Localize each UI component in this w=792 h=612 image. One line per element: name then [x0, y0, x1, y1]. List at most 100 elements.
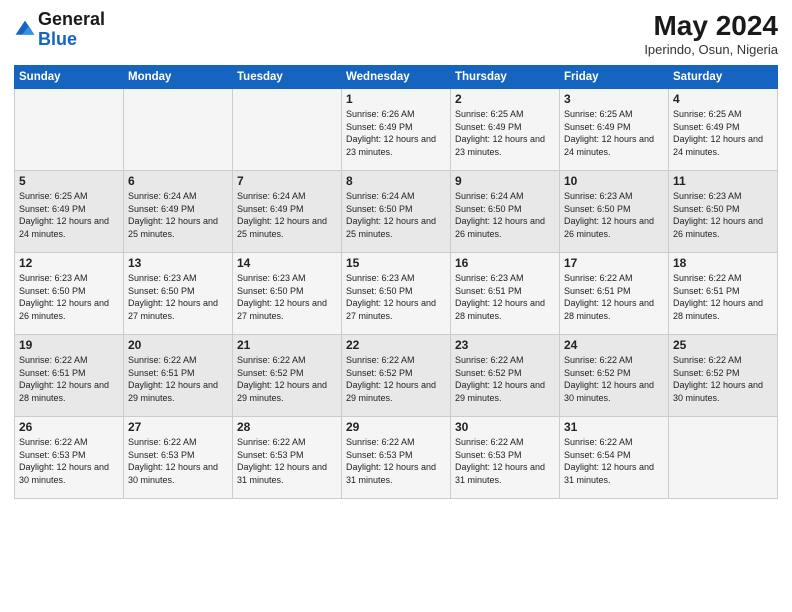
day-info: Sunrise: 6:23 AM Sunset: 6:50 PM Dayligh… — [564, 191, 654, 239]
logo-general: General — [38, 9, 105, 29]
day-info: Sunrise: 6:23 AM Sunset: 6:50 PM Dayligh… — [673, 191, 763, 239]
day-number: 1 — [346, 92, 446, 106]
day-info: Sunrise: 6:24 AM Sunset: 6:50 PM Dayligh… — [455, 191, 545, 239]
calendar-cell: 1 Sunrise: 6:26 AM Sunset: 6:49 PM Daylig… — [342, 89, 451, 171]
day-info: Sunrise: 6:24 AM Sunset: 6:50 PM Dayligh… — [346, 191, 436, 239]
day-number: 22 — [346, 338, 446, 352]
calendar-week-3: 12Sunrise: 6:23 AM Sunset: 6:50 PM Dayli… — [15, 253, 778, 335]
day-number: 9 — [455, 174, 555, 188]
day-info: Sunrise: 6:22 AM Sunset: 6:51 PM Dayligh… — [673, 273, 763, 321]
logo-icon — [14, 19, 36, 41]
day-info: Sunrise: 6:23 AM Sunset: 6:50 PM Dayligh… — [237, 273, 327, 321]
day-number: 14 — [237, 256, 337, 270]
day-number: 3 — [564, 92, 664, 106]
calendar-cell: 26 Sunrise: 6:22 AM Sunset: 6:53 PM Dayli… — [15, 417, 124, 499]
calendar-cell: 12Sunrise: 6:23 AM Sunset: 6:50 PM Dayli… — [15, 253, 124, 335]
day-number: 30 — [455, 420, 555, 434]
day-number: 27 — [128, 420, 228, 434]
day-header-sunday: Sunday — [15, 66, 124, 89]
day-info: Sunrise: 6:22 AM Sunset: 6:53 PM Dayligh… — [455, 437, 545, 485]
day-info: Sunrise: 6:23 AM Sunset: 6:51 PM Dayligh… — [455, 273, 545, 321]
day-number: 17 — [564, 256, 664, 270]
day-info: Sunrise: 6:22 AM Sunset: 6:52 PM Dayligh… — [673, 355, 763, 403]
day-header-friday: Friday — [560, 66, 669, 89]
day-info: Sunrise: 6:22 AM Sunset: 6:51 PM Dayligh… — [19, 355, 109, 403]
calendar-cell: 3 Sunrise: 6:25 AM Sunset: 6:49 PM Daylig… — [560, 89, 669, 171]
day-number: 10 — [564, 174, 664, 188]
calendar-cell: 16Sunrise: 6:23 AM Sunset: 6:51 PM Dayli… — [451, 253, 560, 335]
day-number: 18 — [673, 256, 773, 270]
day-number: 21 — [237, 338, 337, 352]
logo-text: General Blue — [38, 10, 105, 50]
calendar-cell: 7Sunrise: 6:24 AM Sunset: 6:49 PM Daylig… — [233, 171, 342, 253]
day-info: Sunrise: 6:25 AM Sunset: 6:49 PM Dayligh… — [455, 109, 545, 157]
calendar-week-1: 1 Sunrise: 6:26 AM Sunset: 6:49 PM Daylig… — [15, 89, 778, 171]
day-info: Sunrise: 6:23 AM Sunset: 6:50 PM Dayligh… — [128, 273, 218, 321]
calendar-cell: 29Sunrise: 6:22 AM Sunset: 6:53 PM Dayli… — [342, 417, 451, 499]
header: General Blue May 2024 Iperindo, Osun, Ni… — [14, 10, 778, 57]
calendar-cell: 22Sunrise: 6:22 AM Sunset: 6:52 PM Dayli… — [342, 335, 451, 417]
calendar-cell — [15, 89, 124, 171]
day-number: 6 — [128, 174, 228, 188]
calendar-cell: 14 Sunrise: 6:23 AM Sunset: 6:50 PM Dayli… — [233, 253, 342, 335]
calendar-cell — [669, 417, 778, 499]
day-info: Sunrise: 6:25 AM Sunset: 6:49 PM Dayligh… — [19, 191, 109, 239]
day-header-tuesday: Tuesday — [233, 66, 342, 89]
day-number: 31 — [564, 420, 664, 434]
day-info: Sunrise: 6:26 AM Sunset: 6:49 PM Dayligh… — [346, 109, 436, 157]
day-info: Sunrise: 6:25 AM Sunset: 6:49 PM Dayligh… — [564, 109, 654, 157]
day-number: 25 — [673, 338, 773, 352]
day-info: Sunrise: 6:23 AM Sunset: 6:50 PM Dayligh… — [19, 273, 109, 321]
calendar-cell: 28 Sunrise: 6:22 AM Sunset: 6:53 PM Dayli… — [233, 417, 342, 499]
day-number: 5 — [19, 174, 119, 188]
day-info: Sunrise: 6:22 AM Sunset: 6:52 PM Dayligh… — [564, 355, 654, 403]
calendar-cell: 20 Sunrise: 6:22 AM Sunset: 6:51 PM Dayli… — [124, 335, 233, 417]
calendar-week-5: 26 Sunrise: 6:22 AM Sunset: 6:53 PM Dayli… — [15, 417, 778, 499]
calendar-cell: 13Sunrise: 6:23 AM Sunset: 6:50 PM Dayli… — [124, 253, 233, 335]
day-info: Sunrise: 6:23 AM Sunset: 6:50 PM Dayligh… — [346, 273, 436, 321]
day-info: Sunrise: 6:24 AM Sunset: 6:49 PM Dayligh… — [128, 191, 218, 239]
day-info: Sunrise: 6:22 AM Sunset: 6:53 PM Dayligh… — [19, 437, 109, 485]
calendar-cell: 5 Sunrise: 6:25 AM Sunset: 6:49 PM Daylig… — [15, 171, 124, 253]
day-info: Sunrise: 6:22 AM Sunset: 6:51 PM Dayligh… — [564, 273, 654, 321]
day-number: 23 — [455, 338, 555, 352]
page: General Blue May 2024 Iperindo, Osun, Ni… — [0, 0, 792, 612]
month-year: May 2024 — [644, 10, 778, 42]
day-header-thursday: Thursday — [451, 66, 560, 89]
day-info: Sunrise: 6:22 AM Sunset: 6:54 PM Dayligh… — [564, 437, 654, 485]
day-number: 29 — [346, 420, 446, 434]
day-number: 7 — [237, 174, 337, 188]
day-number: 26 — [19, 420, 119, 434]
calendar-cell: 24 Sunrise: 6:22 AM Sunset: 6:52 PM Dayli… — [560, 335, 669, 417]
logo: General Blue — [14, 10, 105, 50]
calendar-cell: 10 Sunrise: 6:23 AM Sunset: 6:50 PM Dayli… — [560, 171, 669, 253]
calendar-week-2: 5 Sunrise: 6:25 AM Sunset: 6:49 PM Daylig… — [15, 171, 778, 253]
day-number: 28 — [237, 420, 337, 434]
day-number: 2 — [455, 92, 555, 106]
day-number: 20 — [128, 338, 228, 352]
calendar-cell: 4Sunrise: 6:25 AM Sunset: 6:49 PM Daylig… — [669, 89, 778, 171]
logo-blue: Blue — [38, 29, 77, 49]
calendar-cell: 11 Sunrise: 6:23 AM Sunset: 6:50 PM Dayli… — [669, 171, 778, 253]
calendar-cell: 19Sunrise: 6:22 AM Sunset: 6:51 PM Dayli… — [15, 335, 124, 417]
calendar-cell: 2 Sunrise: 6:25 AM Sunset: 6:49 PM Daylig… — [451, 89, 560, 171]
location: Iperindo, Osun, Nigeria — [644, 42, 778, 57]
calendar-cell: 18 Sunrise: 6:22 AM Sunset: 6:51 PM Dayli… — [669, 253, 778, 335]
day-number: 24 — [564, 338, 664, 352]
day-header-monday: Monday — [124, 66, 233, 89]
title-block: May 2024 Iperindo, Osun, Nigeria — [644, 10, 778, 57]
day-info: Sunrise: 6:25 AM Sunset: 6:49 PM Dayligh… — [673, 109, 763, 157]
day-number: 11 — [673, 174, 773, 188]
calendar-week-4: 19Sunrise: 6:22 AM Sunset: 6:51 PM Dayli… — [15, 335, 778, 417]
calendar-cell: 9 Sunrise: 6:24 AM Sunset: 6:50 PM Daylig… — [451, 171, 560, 253]
calendar-cell: 30 Sunrise: 6:22 AM Sunset: 6:53 PM Dayli… — [451, 417, 560, 499]
calendar-cell: 15Sunrise: 6:23 AM Sunset: 6:50 PM Dayli… — [342, 253, 451, 335]
day-number: 8 — [346, 174, 446, 188]
calendar-cell: 17 Sunrise: 6:22 AM Sunset: 6:51 PM Dayli… — [560, 253, 669, 335]
calendar-cell: 31 Sunrise: 6:22 AM Sunset: 6:54 PM Dayli… — [560, 417, 669, 499]
calendar-cell: 8 Sunrise: 6:24 AM Sunset: 6:50 PM Daylig… — [342, 171, 451, 253]
day-info: Sunrise: 6:22 AM Sunset: 6:51 PM Dayligh… — [128, 355, 218, 403]
calendar-header-row: SundayMondayTuesdayWednesdayThursdayFrid… — [15, 66, 778, 89]
day-info: Sunrise: 6:22 AM Sunset: 6:52 PM Dayligh… — [237, 355, 327, 403]
day-info: Sunrise: 6:22 AM Sunset: 6:53 PM Dayligh… — [237, 437, 327, 485]
